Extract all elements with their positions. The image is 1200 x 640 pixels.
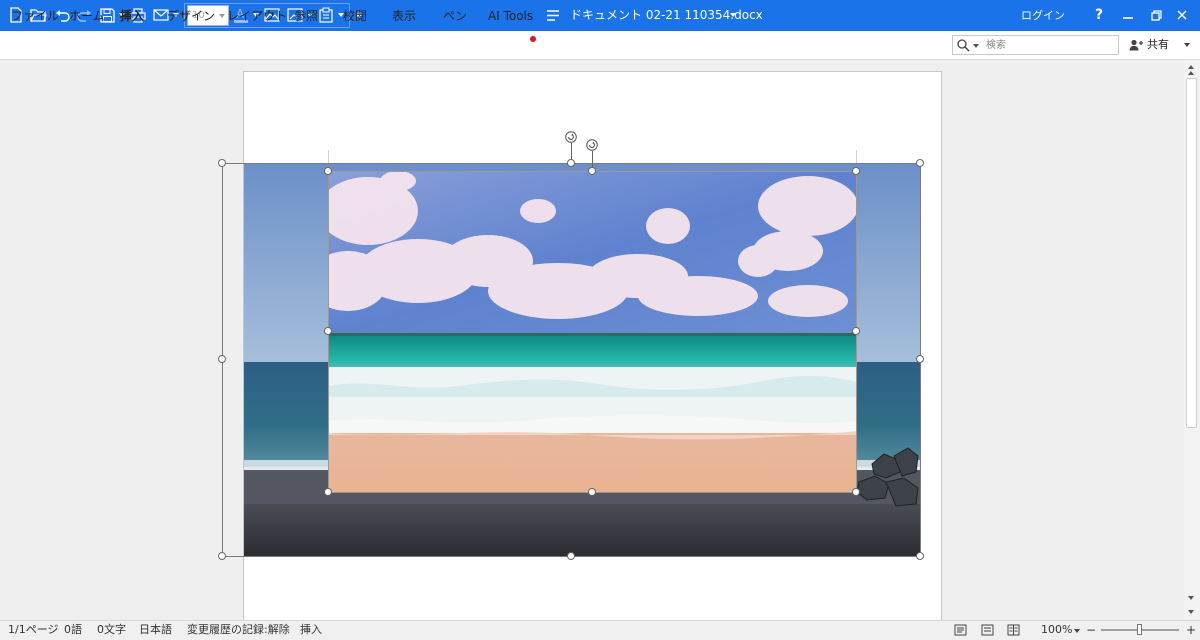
language-indicator[interactable]: 日本語 — [139, 620, 172, 640]
tab-pen[interactable]: ペン — [443, 0, 467, 28]
tab-layout[interactable]: レイアウト — [227, 0, 287, 28]
resize-handle[interactable] — [852, 488, 860, 496]
web-layout-icon[interactable] — [981, 624, 994, 636]
tab-references[interactable]: 参照 — [294, 0, 318, 28]
tab-ai-tools[interactable]: AI Tools — [488, 0, 533, 28]
help-button[interactable]: ? — [1089, 4, 1109, 26]
scroll-down-icon[interactable] — [1188, 596, 1194, 600]
resize-handle[interactable] — [218, 159, 226, 167]
tab-file[interactable]: ファイル — [11, 0, 59, 28]
tab-picture-format[interactable]: 図 — [558, 0, 570, 28]
resize-handle[interactable] — [218, 552, 226, 560]
share-label: 共有 — [1147, 38, 1169, 51]
margin-mark — [328, 150, 329, 164]
zoom-dropdown-icon[interactable] — [1074, 629, 1080, 633]
print-layout-icon[interactable] — [954, 624, 967, 636]
rotation-stem — [571, 143, 572, 160]
resize-handle[interactable] — [916, 159, 924, 167]
tab-home[interactable]: ホーム — [69, 0, 105, 28]
font-size-dropdown-icon[interactable] — [219, 14, 225, 18]
search-icon — [957, 39, 970, 52]
small-photo-selection-frame — [328, 171, 857, 493]
search-options-dropdown-icon[interactable] — [973, 44, 979, 48]
rotate-handle-icon[interactable] — [586, 139, 598, 151]
document-title-dropdown-icon[interactable] — [730, 13, 736, 17]
ai-tools-notification-badge — [530, 36, 536, 42]
resize-handle[interactable] — [567, 159, 575, 167]
status-bar — [0, 620, 1200, 640]
read-mode-icon[interactable] — [1007, 624, 1020, 636]
scroll-up-icon[interactable] — [1188, 65, 1194, 69]
zoom-level[interactable]: 100% — [1041, 620, 1072, 640]
minimize-icon[interactable] — [1118, 4, 1138, 26]
tab-insert[interactable]: 挿入 — [115, 0, 149, 28]
resize-handle[interactable] — [588, 167, 596, 175]
rotate-handle-icon[interactable] — [565, 131, 577, 143]
word-count[interactable]: 0語 — [64, 620, 82, 640]
ribbon-collapse-icon[interactable] — [1184, 43, 1190, 47]
resize-handle[interactable] — [588, 488, 596, 496]
resize-handle[interactable] — [218, 355, 226, 363]
login-button[interactable]: ログイン — [1021, 0, 1065, 31]
restore-icon[interactable] — [1146, 4, 1166, 26]
vertical-scrollbar[interactable] — [1184, 60, 1200, 620]
char-count[interactable]: 0文字 — [97, 620, 126, 640]
scrollbar-thumb[interactable] — [1186, 78, 1197, 428]
resize-handle[interactable] — [852, 327, 860, 335]
tab-view[interactable]: 表示 — [392, 0, 416, 28]
resize-handle[interactable] — [567, 552, 575, 560]
clipboard-icon[interactable] — [316, 4, 336, 26]
resize-handle[interactable] — [916, 355, 924, 363]
resize-handle[interactable] — [324, 488, 332, 496]
tab-review[interactable]: 校閲 — [343, 0, 367, 28]
tab-design[interactable]: デザイン — [167, 0, 215, 28]
zoom-out-button[interactable]: − — [1086, 620, 1096, 640]
resize-handle[interactable] — [852, 167, 860, 175]
zoom-slider-thumb[interactable] — [1137, 624, 1142, 635]
share-user-icon — [1129, 39, 1143, 51]
margin-mark — [856, 150, 857, 164]
scroll-page-up-icon[interactable] — [1188, 71, 1194, 75]
scroll-page-down-icon[interactable] — [1188, 610, 1194, 614]
track-changes-status[interactable]: 変更履歴の記録:解除 — [187, 620, 290, 640]
close-icon[interactable] — [1172, 4, 1192, 26]
rotation-stem — [592, 151, 593, 168]
resize-handle[interactable] — [324, 327, 332, 335]
resize-handle[interactable] — [916, 552, 924, 560]
resize-handle[interactable] — [324, 167, 332, 175]
page-count[interactable]: 1/1ページ — [8, 620, 58, 640]
share-button[interactable]: 共有 — [1129, 35, 1169, 55]
zoom-in-button[interactable]: + — [1186, 620, 1196, 640]
search-box[interactable]: 検索 — [952, 35, 1119, 55]
insert-mode-status[interactable]: 挿入 — [300, 620, 322, 640]
search-placeholder: 検索 — [986, 40, 1006, 51]
